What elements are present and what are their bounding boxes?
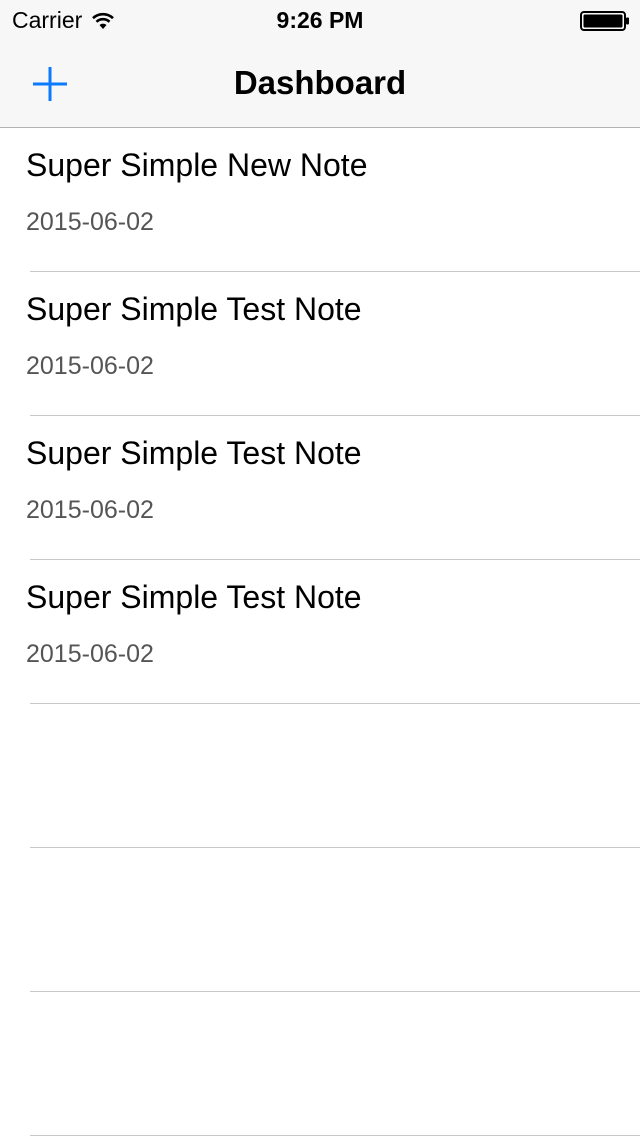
- status-time: 9:26 PM: [276, 7, 364, 33]
- empty-row: [0, 992, 640, 1136]
- add-note-button[interactable]: [22, 56, 78, 112]
- note-title: Super Simple New Note: [26, 147, 368, 183]
- navigation-bar: Dashboard: [0, 40, 640, 128]
- note-date: 2015-06-02: [26, 208, 154, 236]
- dashboard-screen: Carrier 9:26 PM Dashboard Super Simple N…: [0, 0, 640, 1136]
- note-date: 2015-06-02: [26, 352, 154, 380]
- notes-table[interactable]: Super Simple New Note 2015-06-02 Super S…: [0, 128, 640, 1136]
- page-title: Dashboard: [233, 64, 407, 101]
- note-date: 2015-06-02: [26, 496, 154, 524]
- note-date: 2015-06-02: [26, 640, 154, 668]
- note-title: Super Simple Test Note: [26, 579, 362, 615]
- note-row[interactable]: Super Simple Test Note 2015-06-02: [0, 272, 640, 416]
- note-row[interactable]: Super Simple Test Note 2015-06-02: [0, 560, 640, 704]
- battery-full-icon: [580, 11, 629, 31]
- empty-row: [0, 704, 640, 848]
- empty-row: [0, 848, 640, 992]
- plus-icon: [33, 67, 67, 101]
- note-row[interactable]: Super Simple Test Note 2015-06-02: [0, 416, 640, 560]
- note-title: Super Simple Test Note: [26, 435, 362, 471]
- note-title: Super Simple Test Note: [26, 291, 362, 327]
- status-bar: Carrier 9:26 PM: [0, 0, 640, 40]
- top-bar: Carrier 9:26 PM Dashboard: [0, 0, 640, 128]
- note-row[interactable]: Super Simple New Note 2015-06-02: [0, 128, 640, 272]
